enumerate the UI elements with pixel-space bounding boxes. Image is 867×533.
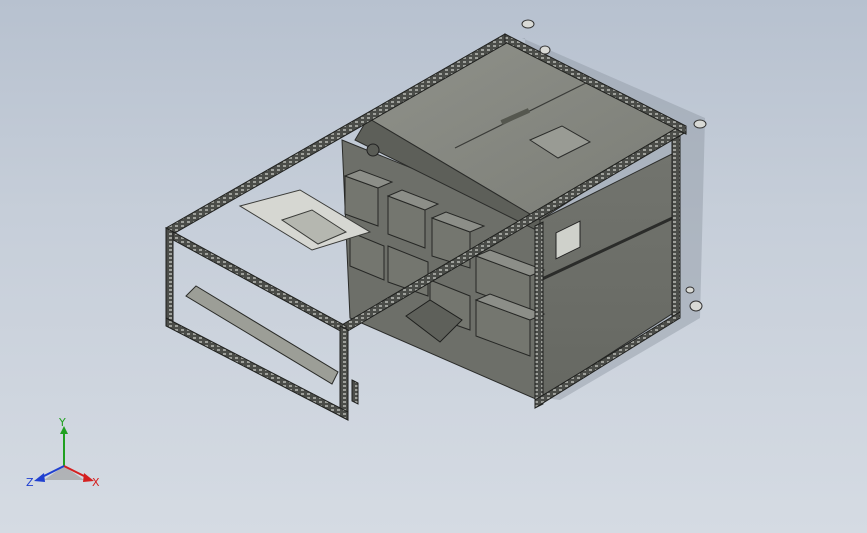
bolt bbox=[693, 119, 707, 129]
bolt bbox=[685, 286, 695, 294]
bolt bbox=[521, 19, 535, 29]
y-axis-label: Y bbox=[58, 418, 66, 429]
z-axis-label: Z bbox=[26, 476, 34, 489]
assembly-model[interactable] bbox=[0, 0, 867, 533]
bolt bbox=[689, 300, 703, 312]
cable-port bbox=[366, 143, 380, 157]
axis-triad: Y X Z bbox=[26, 418, 100, 489]
cad-graphics-viewport[interactable]: Y X Z bbox=[0, 0, 867, 533]
z-axis-arrow bbox=[34, 473, 45, 482]
bolt bbox=[539, 45, 551, 55]
x-axis-label: X bbox=[92, 476, 100, 489]
